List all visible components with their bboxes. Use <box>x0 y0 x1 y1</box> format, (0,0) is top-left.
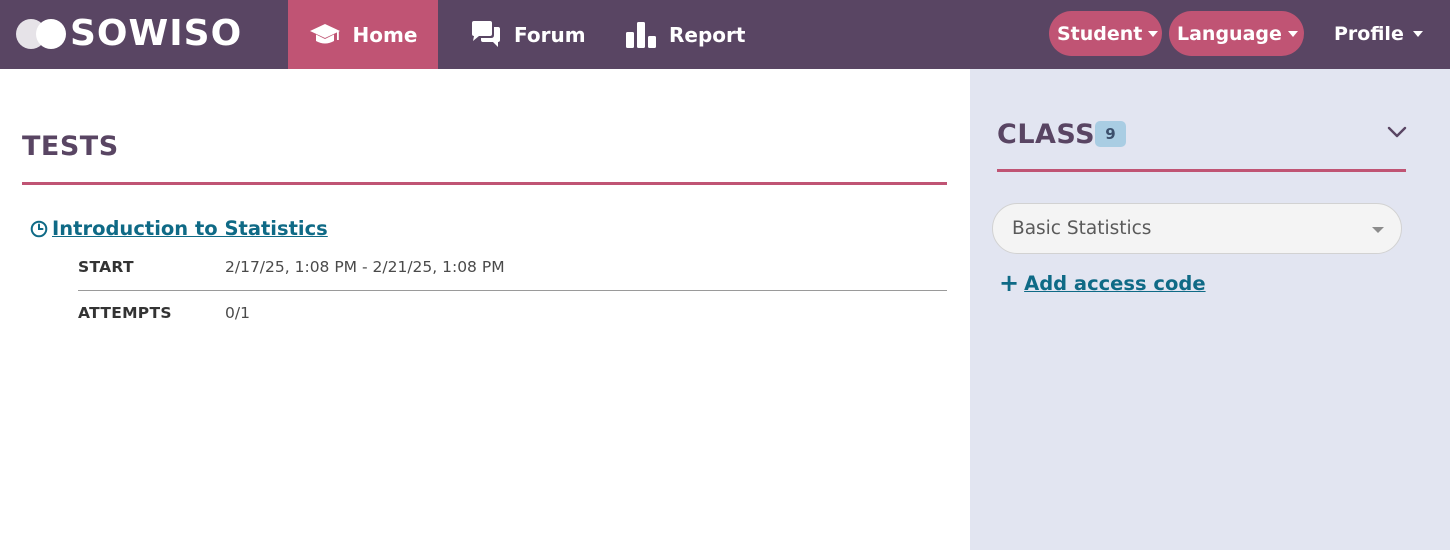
caret-down-icon <box>1287 30 1298 37</box>
chat-bubbles-icon <box>472 20 500 47</box>
nav-forum-label: Forum <box>514 22 586 47</box>
class-select-value: Basic Statistics <box>1012 218 1152 239</box>
navbar: SOWISO Home Forum Report Student Languag… <box>0 0 1450 69</box>
attempts-value: 0/1 <box>225 304 250 322</box>
nav-forum[interactable]: Forum <box>470 0 586 69</box>
row-divider <box>78 290 947 291</box>
language-dropdown-label: Language <box>1177 22 1282 45</box>
caret-down-icon <box>1372 227 1384 233</box>
graduation-cap-icon <box>309 23 340 43</box>
class-count-badge: 9 <box>1095 121 1126 147</box>
attempts-label: ATTEMPTS <box>78 304 172 322</box>
test-link-label: Introduction to Statistics <box>52 217 328 240</box>
sowiso-logo[interactable]: SOWISO <box>16 11 242 57</box>
profile-dropdown-label: Profile <box>1334 22 1404 45</box>
caret-down-icon <box>1412 30 1423 37</box>
tests-divider <box>22 182 947 185</box>
nav-report[interactable]: Report <box>625 0 745 69</box>
class-select[interactable]: Basic Statistics <box>992 203 1402 254</box>
add-access-code-link[interactable]: + Add access code <box>999 271 1206 295</box>
start-value: 2/17/25, 1:08 PM - 2/21/25, 1:08 PM <box>225 258 505 276</box>
nav-report-label: Report <box>669 22 746 47</box>
chevron-down-icon[interactable] <box>1386 125 1408 139</box>
bar-chart-icon <box>626 21 656 48</box>
tests-heading: TESTS <box>22 131 119 162</box>
main-content: TESTS Introduction to Statistics START 2… <box>0 69 970 550</box>
student-dropdown-label: Student <box>1057 22 1143 45</box>
class-sidebar: CLASS 9 Basic Statistics + Add access co… <box>970 69 1450 550</box>
student-dropdown[interactable]: Student <box>1049 11 1162 56</box>
plus-icon: + <box>999 269 1020 297</box>
class-divider <box>997 169 1406 172</box>
test-link-introduction-to-statistics[interactable]: Introduction to Statistics <box>30 217 328 240</box>
profile-dropdown[interactable]: Profile <box>1334 11 1423 56</box>
logo-text: SOWISO <box>70 13 243 54</box>
clock-icon <box>30 220 48 237</box>
logo-circles-icon <box>16 19 68 49</box>
class-heading: CLASS <box>997 119 1096 150</box>
add-access-code-label: Add access code <box>1024 271 1206 295</box>
language-dropdown[interactable]: Language <box>1169 11 1304 56</box>
nav-home[interactable]: Home <box>288 0 438 69</box>
caret-down-icon <box>1148 30 1159 37</box>
nav-home-label: Home <box>352 22 418 47</box>
start-label: START <box>78 258 134 276</box>
